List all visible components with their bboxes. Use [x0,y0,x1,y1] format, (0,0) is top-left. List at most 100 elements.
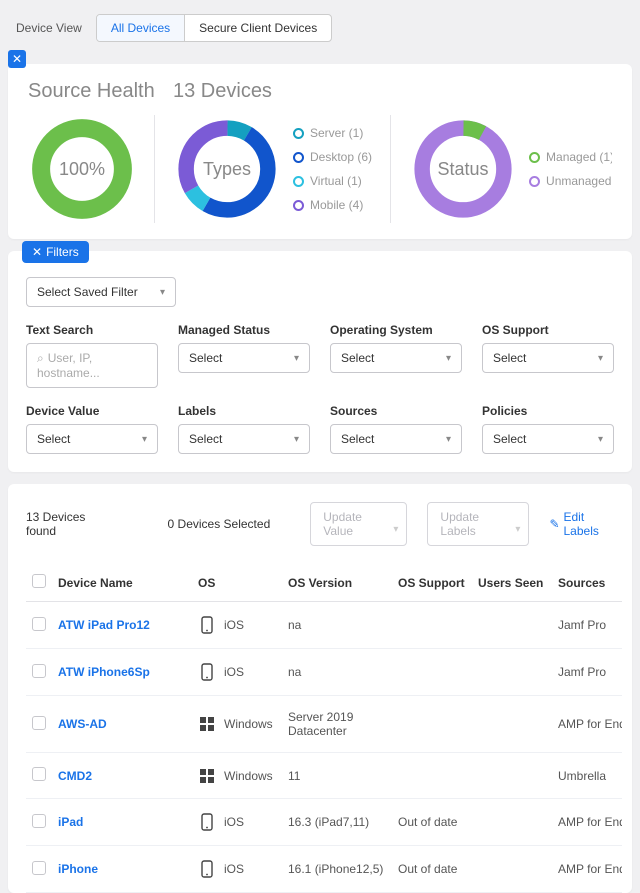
update-value-button: Update Value▾ [310,502,407,546]
legend-managed[interactable]: Managed (1) [529,150,612,164]
types-donut[interactable]: Types [173,115,281,223]
sources: Jamf Pro [552,602,622,649]
close-icon[interactable]: ✕ [8,50,26,68]
os-version: 16.3 (iPad7,11) [282,799,392,846]
row-checkbox[interactable] [32,716,46,730]
source-health-value: 100% [28,115,136,223]
col-os-version[interactable]: OS Version [282,564,392,602]
col-os[interactable]: OS [192,564,282,602]
legend-mobile[interactable]: Mobile (4) [293,198,372,212]
mobile-icon [198,860,216,878]
os-value: iOS [224,862,244,876]
col-sources[interactable]: Sources [552,564,622,602]
labels-label: Labels [178,404,310,418]
device-name-link[interactable]: ATW iPad Pro12 [58,618,150,632]
status-legend: Managed (1) Unmanaged (12) [529,150,612,188]
device-name-link[interactable]: CMD2 [58,769,92,783]
sources-label: Sources [330,404,462,418]
tab-all-devices[interactable]: All Devices [97,15,185,41]
windows-icon [198,716,216,732]
os-version: na [282,649,392,696]
users-seen [472,649,552,696]
mobile-icon [198,813,216,831]
table-row: iPadiOS16.3 (iPad7,11)Out of dateAMP for… [26,799,622,846]
table-row: iPhone iOS 16.1 (iPhone12,5)Out of date AMP… [26,846,622,893]
table-row: ATW iPhone6Sp iOS na Jamf Pro [26,649,622,696]
filters-chip[interactable]: ✕ Filters [22,241,89,263]
select-all-checkbox[interactable] [32,574,46,588]
legend-desktop[interactable]: Desktop (6) [293,150,372,164]
os-support [392,649,472,696]
sources: Jamf Pro [552,649,622,696]
users-seen [472,602,552,649]
os-support [392,753,472,799]
table-row: ATW iPad Pro12iOSnaJamf Pro [26,602,622,649]
source-health-donut: 100% [28,115,136,223]
operating-system-select[interactable]: Select▾ [330,343,462,373]
col-users-seen[interactable]: Users Seen [472,564,552,602]
policies-label: Policies [482,404,614,418]
device-name-link[interactable]: ATW iPhone6Sp [58,665,150,679]
device-value-select[interactable]: Select▾ [26,424,158,454]
managed-status-select[interactable]: Select▾ [178,343,310,373]
devices-table: Device Name OS OS Version OS Support Use… [26,564,622,893]
os-support [392,696,472,753]
sources: AMP for Endpoint [552,846,622,893]
view-label: Device View [16,21,82,35]
row-checkbox[interactable] [32,767,46,781]
mobile-icon [198,663,216,681]
view-tabs: All Devices Secure Client Devices [96,14,332,42]
users-seen [472,696,552,753]
table-row: AWS-AD Windows Server 2019 Datacenter AMP f… [26,696,622,753]
types-legend: Server (1) Desktop (6) Virtual (1) Mobil… [293,126,372,212]
text-search-input[interactable]: ⌕User, IP, hostname... [26,343,158,388]
os-support-select[interactable]: Select▾ [482,343,614,373]
os-support: Out of date [392,799,472,846]
update-labels-button: Update Labels▾ [427,502,529,546]
status-donut[interactable]: Status [409,115,517,223]
table-row: CMD2 Windows 11 Umbrella [26,753,622,799]
sources-select[interactable]: Select▾ [330,424,462,454]
row-checkbox[interactable] [32,664,46,678]
operating-system-label: Operating System [330,323,462,337]
col-device-name[interactable]: Device Name [52,564,192,602]
saved-filter-select[interactable]: Select Saved Filter▾ [26,277,176,307]
tab-secure-client-devices[interactable]: Secure Client Devices [185,15,331,41]
windows-icon [198,768,216,784]
sources: Umbrella [552,753,622,799]
pencil-icon: ✎ [549,517,559,531]
os-value: Windows [224,769,273,783]
os-version: na [282,602,392,649]
row-checkbox[interactable] [32,861,46,875]
row-checkbox[interactable] [32,617,46,631]
devices-selected: 0 Devices Selected [168,517,271,531]
os-value: iOS [224,665,244,679]
edit-labels-link[interactable]: ✎ Edit Labels [549,510,614,538]
device-value-label: Device Value [26,404,158,418]
os-version: Server 2019 Datacenter [282,696,392,753]
sources: AMP for Endpoint [552,696,622,753]
col-os-support[interactable]: OS Support [392,564,472,602]
devices-found: 13 Devices found [26,510,108,538]
policies-select[interactable]: Select▾ [482,424,614,454]
users-seen [472,846,552,893]
row-checkbox[interactable] [32,814,46,828]
labels-select[interactable]: Select▾ [178,424,310,454]
os-version: 11 [282,753,392,799]
device-name-link[interactable]: AWS-AD [58,717,107,731]
device-name-link[interactable]: iPad [58,815,83,829]
users-seen [472,753,552,799]
search-icon: ⌕ [37,351,44,365]
legend-server[interactable]: Server (1) [293,126,372,140]
text-search-label: Text Search [26,323,158,337]
users-seen [472,799,552,846]
legend-unmanaged[interactable]: Unmanaged (12) [529,174,612,188]
mobile-icon [198,616,216,634]
os-version: 16.1 (iPhone12,5) [282,846,392,893]
device-name-link[interactable]: iPhone [58,862,98,876]
legend-virtual[interactable]: Virtual (1) [293,174,372,188]
sources: AMP for Endpoint [552,799,622,846]
source-health-title: Source Health [28,80,155,103]
os-support: Out of date [392,846,472,893]
os-value: Windows [224,717,273,731]
